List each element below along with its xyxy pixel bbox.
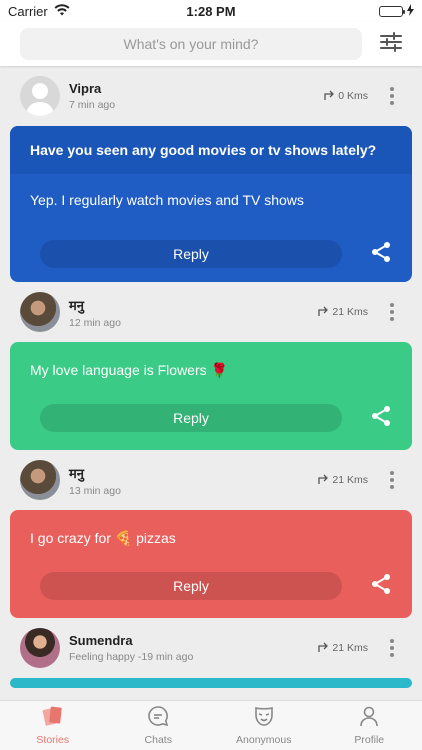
tab-label: Anonymous	[236, 734, 292, 746]
arrow-icon	[318, 474, 330, 487]
post-header: Vipra 7 min ago 0 Kms	[0, 66, 422, 126]
tab-label: Profile	[354, 734, 385, 746]
carrier-label: Carrier	[8, 3, 48, 19]
share-icon	[370, 573, 392, 600]
distance-value: 0 Kms	[338, 90, 368, 102]
story-text: Yep. I regularly watch movies and TV sho…	[30, 192, 304, 208]
avatar[interactable]	[20, 76, 60, 116]
share-button[interactable]	[342, 405, 392, 432]
story-card: My love language is Flowers 🌹 Reply	[10, 342, 412, 450]
post-time: 13 min ago	[69, 484, 121, 497]
story-card	[10, 678, 412, 688]
arrow-icon	[318, 306, 330, 319]
tab-anonymous[interactable]: Anonymous	[211, 701, 317, 750]
filter-button[interactable]	[362, 31, 402, 57]
distance-label: 21 Kms	[318, 306, 368, 319]
more-options-button[interactable]	[382, 303, 402, 321]
more-options-button[interactable]	[382, 639, 402, 657]
tab-bar: Stories Chats Anonymous Profile	[0, 700, 422, 750]
share-button[interactable]	[342, 573, 392, 600]
tab-stories[interactable]: Stories	[0, 701, 106, 750]
chat-icon	[147, 705, 169, 732]
distance-label: 21 Kms	[318, 474, 368, 487]
more-options-button[interactable]	[382, 471, 402, 489]
post-header: Sumendra Feeling happy -19 min ago 21 Km…	[0, 618, 422, 678]
share-icon	[370, 241, 392, 268]
story-text: My love language is Flowers 🌹	[30, 362, 228, 378]
arrow-icon	[318, 642, 330, 655]
post-author[interactable]: मनु	[69, 464, 318, 482]
search-input[interactable]: What's on your mind?	[20, 28, 362, 60]
tab-label: Stories	[36, 734, 70, 746]
post-author[interactable]: Sumendra	[69, 633, 318, 648]
reply-button[interactable]: Reply	[40, 404, 342, 432]
distance-label: 21 Kms	[318, 642, 368, 655]
reply-button[interactable]: Reply	[40, 572, 342, 600]
battery-icon	[379, 5, 405, 17]
top-bar: What's on your mind?	[0, 22, 422, 66]
share-icon	[370, 405, 392, 432]
tab-profile[interactable]: Profile	[317, 701, 422, 750]
story-text: I go crazy for 🍕 pizzas	[30, 530, 176, 546]
distance-value: 21 Kms	[332, 642, 368, 654]
arrow-icon	[324, 90, 336, 103]
reply-button[interactable]: Reply	[40, 240, 342, 268]
post-time: 7 min ago	[69, 99, 116, 111]
distance-label: 0 Kms	[324, 90, 368, 103]
post-header: मनु 12 min ago 21 Kms	[0, 282, 422, 342]
story-card: I go crazy for 🍕 pizzas Reply	[10, 510, 412, 618]
avatar[interactable]	[20, 292, 60, 332]
clock: 1:28 PM	[186, 3, 236, 19]
avatar[interactable]	[20, 628, 60, 668]
mask-icon	[253, 705, 275, 732]
distance-value: 21 Kms	[332, 306, 368, 318]
tab-label: Chats	[144, 734, 172, 746]
distance-value: 21 Kms	[332, 474, 368, 486]
stories-icon	[41, 705, 65, 732]
story-card: Have you seen any good movies or tv show…	[10, 126, 412, 282]
post-author[interactable]: मनु	[69, 296, 318, 314]
post-author[interactable]: Vipra	[69, 81, 324, 96]
charging-icon	[407, 3, 414, 19]
status-bar: Carrier 1:28 PM	[0, 0, 422, 22]
sliders-icon	[380, 31, 402, 57]
post-time: 12 min ago	[69, 316, 121, 329]
more-options-button[interactable]	[382, 87, 402, 105]
wifi-icon	[54, 3, 70, 19]
share-button[interactable]	[342, 241, 392, 268]
story-question: Have you seen any good movies or tv show…	[10, 126, 412, 174]
post-header: मनु 13 min ago 21 Kms	[0, 450, 422, 510]
post-time: Feeling happy -19 min ago	[69, 651, 194, 663]
person-icon	[358, 705, 380, 732]
stories-feed[interactable]: Vipra 7 min ago 0 Kms Have you seen any …	[0, 66, 422, 700]
avatar[interactable]	[20, 460, 60, 500]
tab-chats[interactable]: Chats	[106, 701, 212, 750]
